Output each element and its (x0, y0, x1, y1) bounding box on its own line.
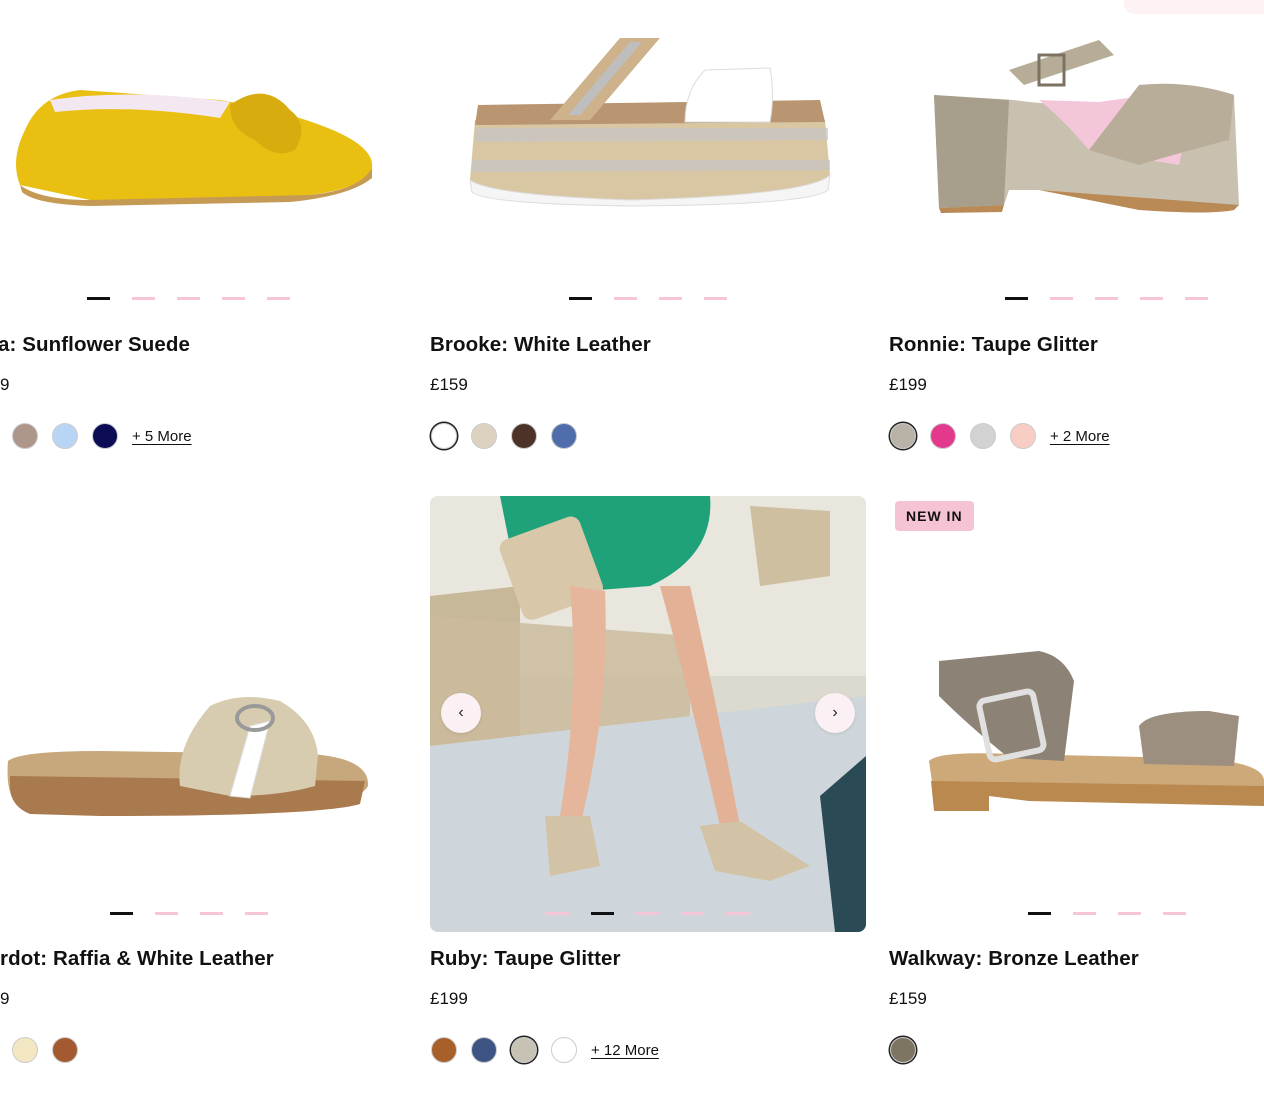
pagination-dot[interactable] (1095, 297, 1118, 300)
chevron-left-icon: ‹ (458, 704, 464, 721)
color-swatch[interactable] (1010, 423, 1036, 449)
carousel-prev-button[interactable]: ‹ (441, 693, 481, 733)
shoe-image (934, 40, 1239, 213)
image-pagination[interactable] (1005, 297, 1208, 300)
product-image[interactable] (889, 496, 1264, 932)
product-title[interactable]: Ruby: Taupe Glitter (430, 947, 621, 971)
product-title[interactable]: a: Sunflower Suede (0, 333, 190, 357)
color-swatches: + 2 More (890, 423, 1110, 449)
product-price: £199 (430, 989, 468, 1008)
product-price: 9 (0, 375, 10, 394)
color-swatch[interactable] (431, 423, 457, 449)
pagination-dot[interactable] (132, 297, 155, 300)
pagination-dot[interactable] (1185, 297, 1208, 300)
product-image[interactable] (0, 0, 416, 300)
image-pagination[interactable] (110, 912, 268, 915)
pagination-dot[interactable] (1163, 912, 1186, 915)
color-swatch[interactable] (890, 1037, 916, 1063)
product-title[interactable]: Brooke: White Leather (430, 333, 651, 357)
color-swatch[interactable] (92, 423, 118, 449)
product-title[interactable]: rdot: Raffia & White Leather (0, 947, 274, 971)
more-colors-link[interactable]: + 12 More (591, 1042, 659, 1059)
image-pagination[interactable] (546, 912, 749, 915)
product-image[interactable] (430, 0, 866, 300)
color-swatch[interactable] (970, 423, 996, 449)
image-pagination[interactable] (1028, 912, 1186, 915)
shoe-image (929, 651, 1264, 811)
shoe-image (7, 697, 369, 816)
product-image[interactable] (889, 0, 1264, 300)
pagination-dot[interactable] (1118, 912, 1141, 915)
product-image[interactable] (430, 496, 866, 932)
pagination-dot[interactable] (1050, 297, 1073, 300)
pagination-dot[interactable] (546, 912, 569, 915)
more-colors-link[interactable]: + 2 More (1050, 428, 1110, 445)
color-swatch[interactable] (930, 423, 956, 449)
pagination-dot[interactable] (1005, 297, 1028, 300)
color-swatch[interactable] (551, 423, 577, 449)
color-swatch[interactable] (52, 1037, 78, 1063)
color-swatches: + 5 More (12, 423, 192, 449)
pagination-dot[interactable] (726, 912, 749, 915)
pagination-dot[interactable] (659, 297, 682, 300)
color-swatch[interactable] (471, 1037, 497, 1063)
color-swatch[interactable] (511, 1037, 537, 1063)
pagination-dot[interactable] (267, 297, 290, 300)
color-swatch[interactable] (890, 423, 916, 449)
product-title[interactable]: Ronnie: Taupe Glitter (889, 333, 1098, 357)
color-swatch[interactable] (511, 423, 537, 449)
chevron-right-icon: › (832, 704, 838, 721)
more-colors-link[interactable]: + 5 More (132, 428, 192, 445)
color-swatch[interactable] (12, 1037, 38, 1063)
pagination-dot[interactable] (591, 912, 614, 915)
color-swatch[interactable] (12, 423, 38, 449)
pagination-dot[interactable] (1140, 297, 1163, 300)
shoe-image (16, 90, 373, 206)
color-swatches (890, 1037, 930, 1063)
color-swatches (12, 1037, 92, 1063)
color-swatches: + 12 More (431, 1037, 659, 1063)
image-pagination[interactable] (87, 297, 290, 300)
color-swatch[interactable] (471, 423, 497, 449)
product-title[interactable]: Walkway: Bronze Leather (889, 947, 1139, 971)
pagination-dot[interactable] (200, 912, 223, 915)
new-in-badge: NEW IN (895, 501, 974, 531)
pagination-dot[interactable] (1028, 912, 1051, 915)
carousel-next-button[interactable]: › (815, 693, 855, 733)
pagination-dot[interactable] (245, 912, 268, 915)
pagination-dot[interactable] (681, 912, 704, 915)
product-price: £159 (889, 989, 927, 1008)
product-price: £159 (430, 375, 468, 394)
shoe-image (469, 38, 831, 207)
image-pagination[interactable] (569, 297, 727, 300)
pagination-dot[interactable] (87, 297, 110, 300)
pagination-dot[interactable] (569, 297, 592, 300)
pagination-dot[interactable] (155, 912, 178, 915)
pagination-dot[interactable] (614, 297, 637, 300)
pagination-dot[interactable] (177, 297, 200, 300)
color-swatch[interactable] (551, 1037, 577, 1063)
product-image[interactable] (0, 496, 416, 932)
product-price: £199 (889, 375, 927, 394)
pagination-dot[interactable] (222, 297, 245, 300)
pagination-dot[interactable] (1073, 912, 1096, 915)
model-photo (430, 496, 866, 932)
pagination-dot[interactable] (636, 912, 659, 915)
pagination-dot[interactable] (704, 297, 727, 300)
pagination-dot[interactable] (110, 912, 133, 915)
color-swatch[interactable] (52, 423, 78, 449)
color-swatches (431, 423, 591, 449)
color-swatch[interactable] (431, 1037, 457, 1063)
product-price: 9 (0, 989, 10, 1008)
